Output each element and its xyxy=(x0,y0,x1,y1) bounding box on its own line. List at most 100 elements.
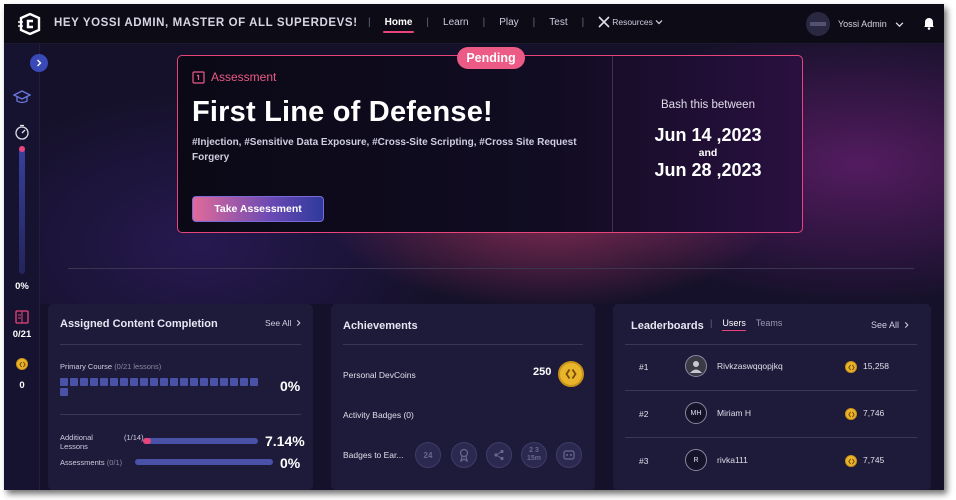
primary-course-progress xyxy=(60,378,260,396)
primary-course-label: Primary Course (0/21 lessons) xyxy=(60,362,162,371)
leaderboard-row[interactable]: #2 MH Miriam H 7,746 xyxy=(613,395,931,435)
panel-title: Achievements xyxy=(343,320,418,332)
lesson-block xyxy=(150,378,158,386)
user-menu[interactable]: Yossi Admin xyxy=(806,12,904,36)
time-badge-top: 2 3 xyxy=(529,447,539,454)
assessment-kind-label: Assessment xyxy=(211,70,277,84)
lesson-block xyxy=(130,378,138,386)
additional-lessons-fill xyxy=(143,438,152,444)
user-name: Miriam H xyxy=(717,408,751,418)
primary-course-pct: 0% xyxy=(280,378,301,394)
course-progress-marker xyxy=(19,146,25,152)
lesson-block xyxy=(80,378,88,386)
user-name: Yossi Admin xyxy=(838,19,887,29)
lesson-block xyxy=(140,378,148,386)
medal-badge-icon[interactable] xyxy=(451,442,477,468)
score: 15,258 xyxy=(863,361,889,371)
share-badge-icon[interactable] xyxy=(486,442,512,468)
chevron-down-icon xyxy=(895,21,904,27)
lessons-book-icon[interactable] xyxy=(13,309,31,325)
lesson-block xyxy=(170,378,178,386)
user-avatar xyxy=(685,355,707,377)
badges-to-earn-label: Badges to Ear... xyxy=(343,450,404,460)
nav-home[interactable]: Home xyxy=(382,17,415,33)
lesson-block xyxy=(250,378,258,386)
badge-24-label: 24 xyxy=(423,450,433,460)
assessment-title: First Line of Defense! xyxy=(192,96,493,128)
lesson-block xyxy=(190,378,198,386)
lesson-block xyxy=(60,388,68,396)
badge-24-icon[interactable]: 24 xyxy=(415,442,441,468)
rank: #3 xyxy=(639,456,649,466)
assessment-card: Pending Assessment First Line of Defense… xyxy=(177,47,803,233)
activity-badges-label: Activity Badges (0) xyxy=(343,410,414,420)
crossed-tools-icon xyxy=(598,16,610,28)
nav-play[interactable]: Play xyxy=(499,17,518,28)
time-badge-icon[interactable]: 2 3 15m xyxy=(521,442,547,468)
additional-lessons-label: Additional Lessons xyxy=(60,433,93,451)
see-all-link[interactable]: See All xyxy=(265,318,302,328)
user-avatar xyxy=(806,12,830,36)
see-all-link[interactable]: See All xyxy=(871,320,910,330)
timer-icon[interactable] xyxy=(13,124,31,140)
lesson-block xyxy=(160,378,168,386)
main-nav: | Home | Learn | Play | Test | Resources xyxy=(354,16,663,33)
lesson-block xyxy=(70,378,78,386)
assessment-icon xyxy=(192,70,205,84)
chevron-down-icon xyxy=(655,20,663,25)
notification-bell-icon[interactable] xyxy=(922,16,936,30)
lesson-block xyxy=(200,378,208,386)
left-rail: 0% 0/21 0 xyxy=(4,44,40,490)
lesson-block xyxy=(90,378,98,386)
course-progress-bar xyxy=(19,146,25,274)
panel-title: Leaderboards xyxy=(631,320,704,332)
and-label: and xyxy=(698,147,718,159)
graduation-cap-icon[interactable] xyxy=(13,90,31,106)
nav-test[interactable]: Test xyxy=(549,17,567,28)
take-assessment-button[interactable]: Take Assessment xyxy=(192,196,324,222)
additional-lessons-count: (1/14) xyxy=(124,433,144,442)
lesson-block xyxy=(210,378,218,386)
achievements-panel: Achievements Personal DevCoins 250 Activ… xyxy=(331,304,595,490)
assigned-content-panel: Assigned Content Completion See All Prim… xyxy=(48,304,313,490)
nav-learn[interactable]: Learn xyxy=(443,17,469,28)
lesson-block xyxy=(110,378,118,386)
devcoin-icon xyxy=(845,361,857,373)
see-all-label: See All xyxy=(265,318,292,328)
start-date: Jun 14 ,2023 xyxy=(654,125,762,145)
user-name: rivka111 xyxy=(717,455,748,465)
devcoins-label: Personal DevCoins xyxy=(343,370,416,380)
devcoin-icon xyxy=(845,455,857,467)
tab-users[interactable]: Users xyxy=(722,318,746,331)
chevron-right-icon xyxy=(297,320,302,326)
coins-count: 0 xyxy=(19,380,25,391)
user-name: Rivkzaswqqopjkq xyxy=(717,361,783,371)
devcoin-icon xyxy=(16,358,28,370)
app-window: HEY YOSSI ADMIN, MASTER OF ALL SUPERDEVS… xyxy=(4,4,944,490)
assessment-kind: Assessment xyxy=(192,70,612,84)
lesson-block xyxy=(120,378,128,386)
greeting-text: HEY YOSSI ADMIN, MASTER OF ALL SUPERDEVS… xyxy=(54,17,358,29)
leaderboard-panel: Leaderboards | Users Teams See All #1 Ri… xyxy=(613,304,931,490)
rank: #1 xyxy=(639,362,649,372)
additional-lessons-pct: 7.14% xyxy=(265,433,305,449)
lesson-block xyxy=(180,378,188,386)
leaderboard-row[interactable]: #3 R rivka111 7,745 xyxy=(613,442,931,482)
section-divider xyxy=(68,268,914,269)
tab-teams[interactable]: Teams xyxy=(756,318,783,328)
bash-label: Bash this between xyxy=(661,99,755,111)
logo-icon[interactable] xyxy=(18,13,42,35)
devcoins-value: 250 xyxy=(533,366,552,378)
chevron-right-icon xyxy=(37,59,42,67)
panel-title: Assigned Content Completion xyxy=(60,318,218,330)
lesson-block xyxy=(60,378,68,386)
nav-resources[interactable]: Resources xyxy=(598,16,663,28)
assessments-label: Assessments (0/1) xyxy=(60,458,123,467)
expand-sidebar-button[interactable] xyxy=(30,54,48,72)
assessments-bar xyxy=(135,459,273,465)
additional-lessons-bar xyxy=(143,438,258,444)
team-badge-icon[interactable] xyxy=(556,442,582,468)
devcoin-icon xyxy=(845,408,857,420)
user-avatar: R xyxy=(685,449,707,471)
leaderboard-row[interactable]: #1 Rivkzaswqqopjkq 15,258 xyxy=(613,348,931,388)
